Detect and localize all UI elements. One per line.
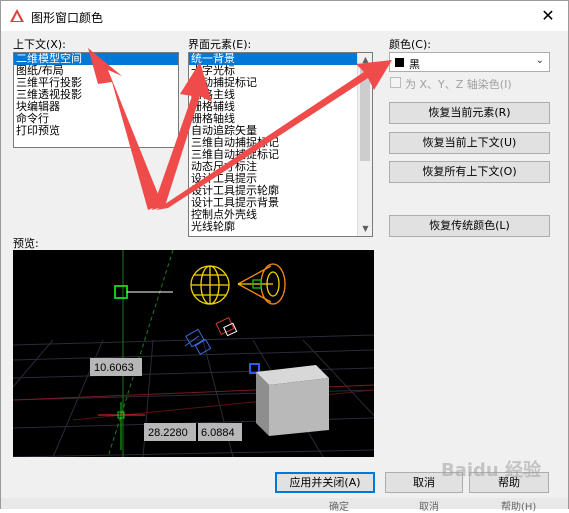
- underlying-ok-text: 确定: [329, 502, 349, 513]
- tint-axes-checkbox[interactable]: [390, 77, 401, 88]
- dim-value-1: 10.6063: [94, 362, 134, 374]
- context-list-item[interactable]: 打印预览: [14, 125, 178, 137]
- restore-current-element-button[interactable]: 恢复当前元素(R): [389, 102, 550, 124]
- underlying-help-text: 帮助(H): [501, 502, 537, 513]
- interface-elements-label: 界面元素(E):: [188, 38, 252, 51]
- restore-all-contexts-button[interactable]: 恢复所有上下文(O): [389, 161, 550, 183]
- dim-value-3: 6.0884: [201, 427, 235, 439]
- color-swatch: [395, 58, 404, 67]
- dim-box-3: 6.0884: [198, 423, 242, 441]
- interface-elements-listbox[interactable]: 统一背景 十字光标 自动捕捉标记 栅格主线 栅格辅线 栅格轴线 自动追踪矢量 三维自动捕捉标记…: [188, 52, 373, 237]
- interface-list-item[interactable]: 光线轮廓: [189, 221, 372, 233]
- title-bar: 图形窗口颜色 ✕: [1, 1, 568, 31]
- underlying-cancel-text: 取消: [419, 502, 439, 513]
- color-value: 黑: [409, 58, 420, 71]
- close-button[interactable]: ✕: [534, 5, 562, 27]
- restore-current-context-button[interactable]: 恢复当前上下文(U): [389, 132, 550, 154]
- color-label: 颜色(C):: [389, 38, 431, 51]
- autocad-app-icon: [10, 9, 24, 22]
- chevron-down-icon: ⌄: [535, 55, 544, 66]
- dim-box-2: 28.2280: [144, 423, 196, 441]
- preview-label: 预览:: [13, 237, 39, 250]
- scroll-thumb[interactable]: [360, 69, 370, 161]
- context-label: 上下文(X):: [13, 38, 66, 51]
- dim-box-1: 10.6063: [90, 358, 142, 376]
- scroll-down-icon[interactable]: ▼: [358, 222, 372, 236]
- underlying-dialog-strip: [1, 498, 568, 509]
- restore-classic-colors-button[interactable]: 恢复传统颜色(L): [389, 215, 550, 237]
- dim-value-2: 28.2280: [148, 427, 188, 439]
- baidu-watermark: Baidu 经验: [441, 460, 542, 481]
- scroll-up-icon[interactable]: ▲: [358, 53, 372, 67]
- apply-and-close-button[interactable]: 应用并关闭(A): [275, 472, 375, 493]
- preview-scene: 10.6063 28.2280 6.0884: [13, 250, 374, 457]
- interface-list-scrollbar[interactable]: ▲ ▼: [357, 53, 372, 236]
- tint-axes-label: 为 X、Y、Z 轴染色(I): [405, 78, 512, 91]
- preview-canvas: 10.6063 28.2280 6.0884: [13, 250, 374, 457]
- context-listbox[interactable]: 二维模型空间 图纸/布局 三维平行投影 三维透视投影 块编辑器 命令行 打印预览: [13, 52, 179, 148]
- graphics-window-color-dialog: 图形窗口颜色 ✕ 上下文(X): 二维模型空间 图纸/布局 三维平行投影 三维透视投影…: [0, 0, 569, 513]
- window-title: 图形窗口颜色: [31, 11, 104, 25]
- color-dropdown[interactable]: 黑 ⌄: [389, 52, 550, 72]
